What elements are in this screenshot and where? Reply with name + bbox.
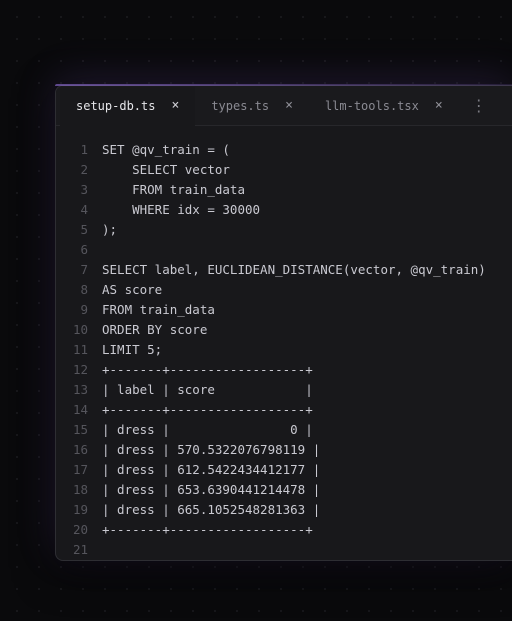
tab-label: setup-db.ts — [76, 99, 155, 113]
code-line: 21 — [56, 540, 512, 560]
code-content: SELECT vector — [102, 160, 512, 180]
code-content: | dress | 653.6390441214478 | — [102, 480, 512, 500]
line-number: 6 — [56, 240, 102, 260]
close-icon[interactable]: × — [433, 97, 445, 114]
line-number: 12 — [56, 360, 102, 380]
editor-window: setup-db.ts × types.ts × llm-tools.tsx ×… — [55, 85, 512, 561]
code-content: +-------+------------------+ — [102, 520, 512, 540]
code-content: +-------+------------------+ — [102, 360, 512, 380]
line-number: 4 — [56, 200, 102, 220]
tab-label: types.ts — [211, 99, 269, 113]
code-line: 20+-------+------------------+ — [56, 520, 512, 540]
code-content — [102, 240, 512, 260]
code-content: FROM train_data — [102, 180, 512, 200]
code-line: 18| dress | 653.6390441214478 | — [56, 480, 512, 500]
tab-types[interactable]: types.ts × — [195, 86, 309, 125]
code-line: 15| dress | 0 | — [56, 420, 512, 440]
code-content: | label | score | — [102, 380, 512, 400]
line-number: 10 — [56, 320, 102, 340]
code-line: 1SET @qv_train = ( — [56, 140, 512, 160]
code-content: AS score — [102, 280, 512, 300]
code-content — [102, 540, 512, 560]
code-line: 7SELECT label, EUCLIDEAN_DISTANCE(vector… — [56, 260, 512, 280]
line-number: 21 — [56, 540, 102, 560]
line-number: 14 — [56, 400, 102, 420]
close-icon[interactable]: × — [283, 97, 295, 114]
code-content: +-------+------------------+ — [102, 400, 512, 420]
code-content: WHERE idx = 30000 — [102, 200, 512, 220]
code-line: 11LIMIT 5; — [56, 340, 512, 360]
line-number: 7 — [56, 260, 102, 280]
line-number: 17 — [56, 460, 102, 480]
window-top-accent — [55, 84, 512, 86]
close-icon[interactable]: × — [169, 97, 181, 114]
code-line: 13| label | score | — [56, 380, 512, 400]
tab-bar: setup-db.ts × types.ts × llm-tools.tsx ×… — [56, 86, 512, 126]
code-line: 4 WHERE idx = 30000 — [56, 200, 512, 220]
line-number: 13 — [56, 380, 102, 400]
tab-llm-tools[interactable]: llm-tools.tsx × — [309, 86, 459, 125]
code-content: | dress | 612.5422434412177 | — [102, 460, 512, 480]
code-line: 10ORDER BY score — [56, 320, 512, 340]
code-line: 6 — [56, 240, 512, 260]
code-line: 8AS score — [56, 280, 512, 300]
code-line: 16| dress | 570.5322076798119 | — [56, 440, 512, 460]
tab-label: llm-tools.tsx — [325, 99, 419, 113]
code-line: 9FROM train_data — [56, 300, 512, 320]
code-content: | dress | 0 | — [102, 420, 512, 440]
line-number: 9 — [56, 300, 102, 320]
tab-setup-db[interactable]: setup-db.ts × — [60, 87, 195, 126]
line-number: 20 — [56, 520, 102, 540]
code-content: SELECT label, EUCLIDEAN_DISTANCE(vector,… — [102, 260, 512, 280]
line-number: 3 — [56, 180, 102, 200]
line-number: 16 — [56, 440, 102, 460]
line-number: 18 — [56, 480, 102, 500]
code-content: ); — [102, 220, 512, 240]
code-content: LIMIT 5; — [102, 340, 512, 360]
line-number: 8 — [56, 280, 102, 300]
code-line: 19| dress | 665.1052548281363 | — [56, 500, 512, 520]
line-number: 2 — [56, 160, 102, 180]
code-line: 17| dress | 612.5422434412177 | — [56, 460, 512, 480]
code-line: 2 SELECT vector — [56, 160, 512, 180]
line-number: 5 — [56, 220, 102, 240]
line-number: 1 — [56, 140, 102, 160]
code-line: 5); — [56, 220, 512, 240]
code-content: ORDER BY score — [102, 320, 512, 340]
code-editor[interactable]: 1SET @qv_train = (2 SELECT vector3 FROM … — [56, 126, 512, 560]
code-line: 14+-------+------------------+ — [56, 400, 512, 420]
code-line: 3 FROM train_data — [56, 180, 512, 200]
line-number: 15 — [56, 420, 102, 440]
code-content: | dress | 665.1052548281363 | — [102, 500, 512, 520]
code-content: FROM train_data — [102, 300, 512, 320]
tab-overflow-icon[interactable]: ⋮ — [459, 98, 499, 114]
line-number: 11 — [56, 340, 102, 360]
code-content: SET @qv_train = ( — [102, 140, 512, 160]
code-content: | dress | 570.5322076798119 | — [102, 440, 512, 460]
code-line: 12+-------+------------------+ — [56, 360, 512, 380]
line-number: 19 — [56, 500, 102, 520]
